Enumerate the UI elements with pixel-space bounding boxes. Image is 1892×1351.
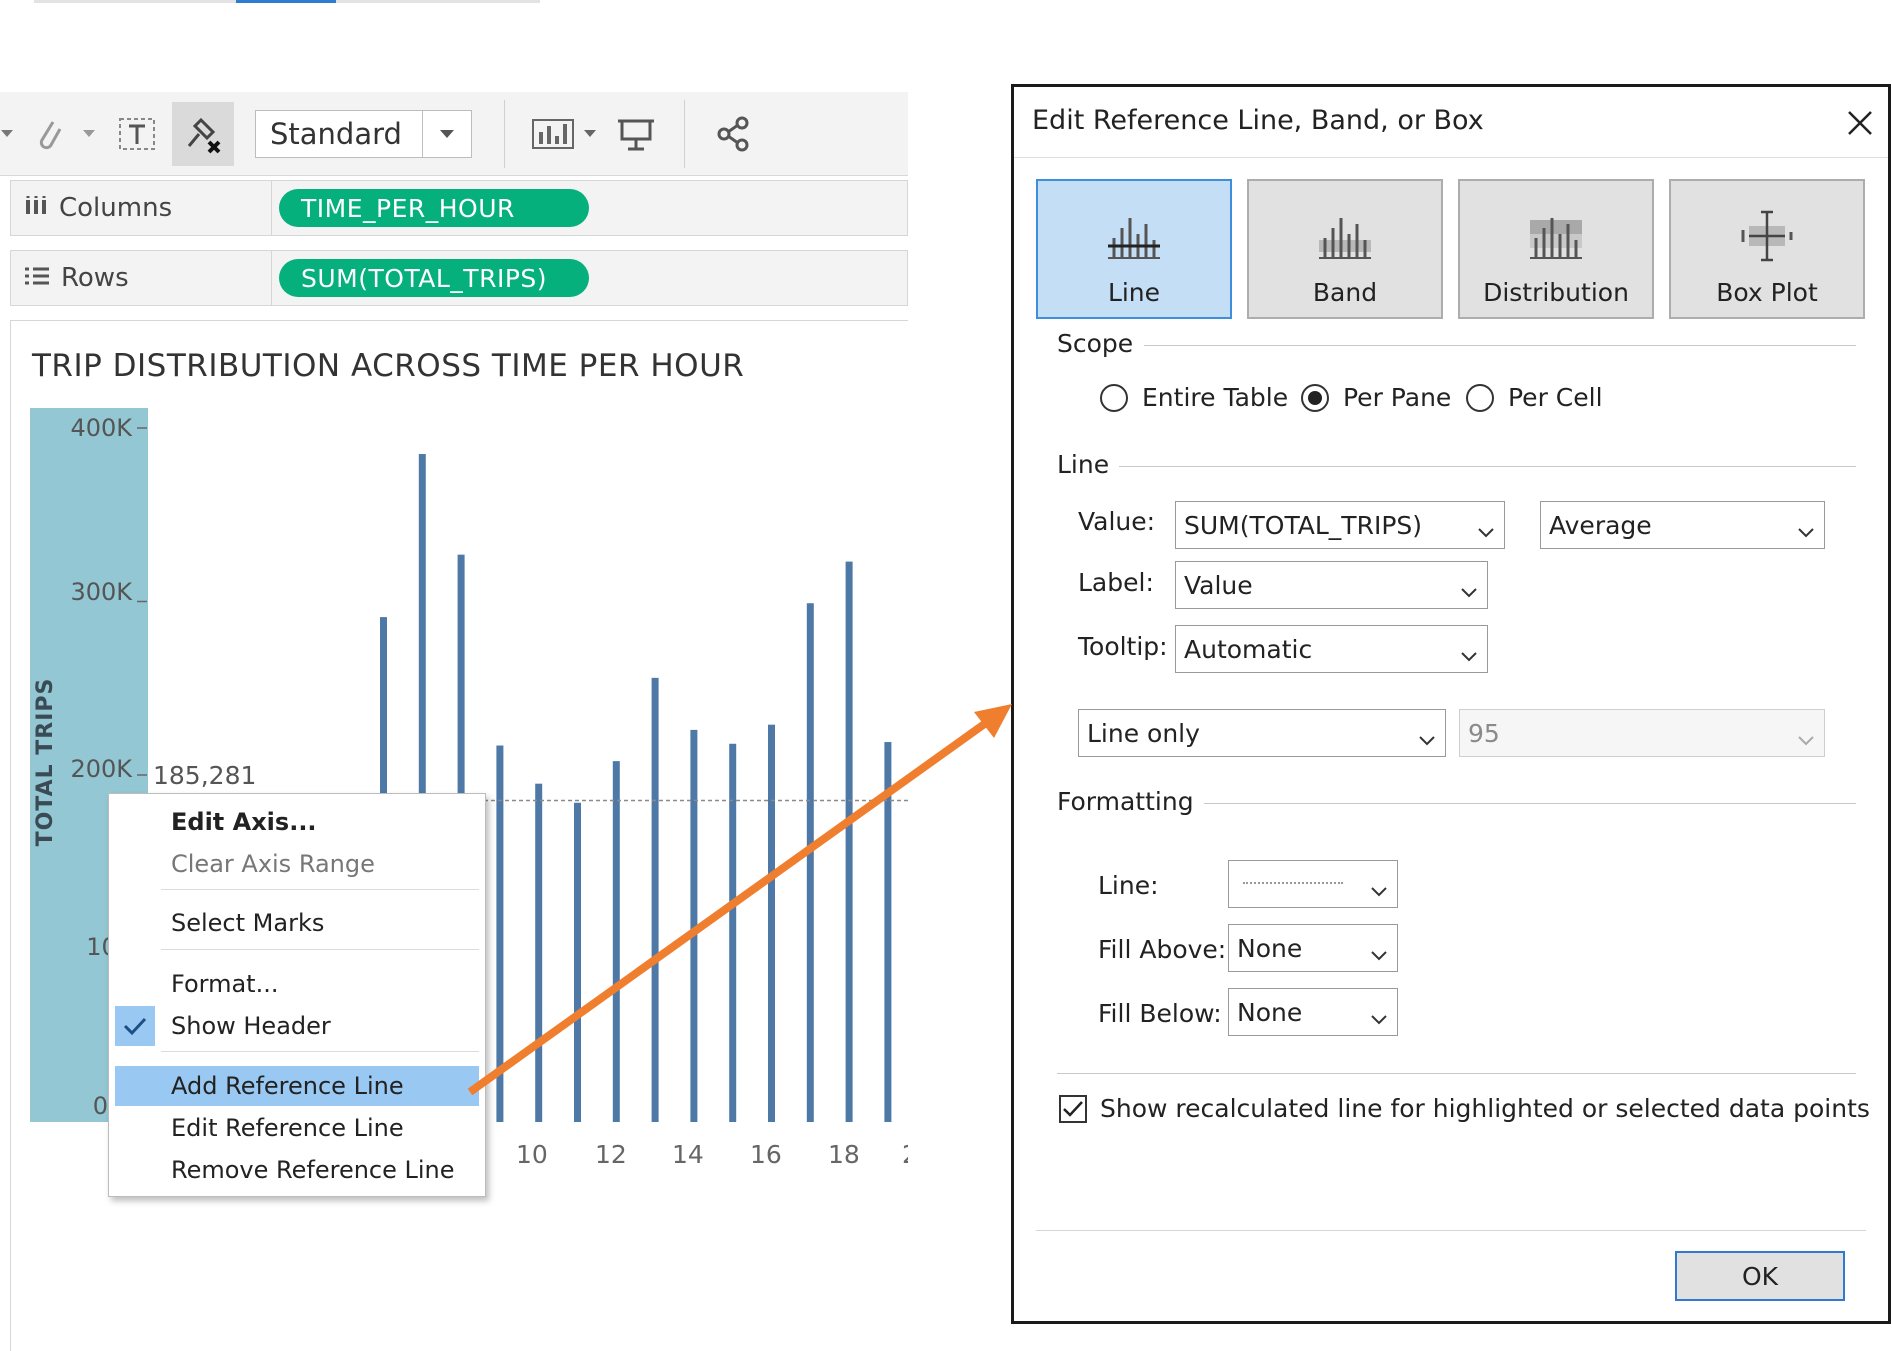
- arrow-head-icon: [974, 704, 1012, 738]
- annotation-arrow: [467, 704, 1012, 1096]
- arrow-shaft: [467, 716, 993, 1096]
